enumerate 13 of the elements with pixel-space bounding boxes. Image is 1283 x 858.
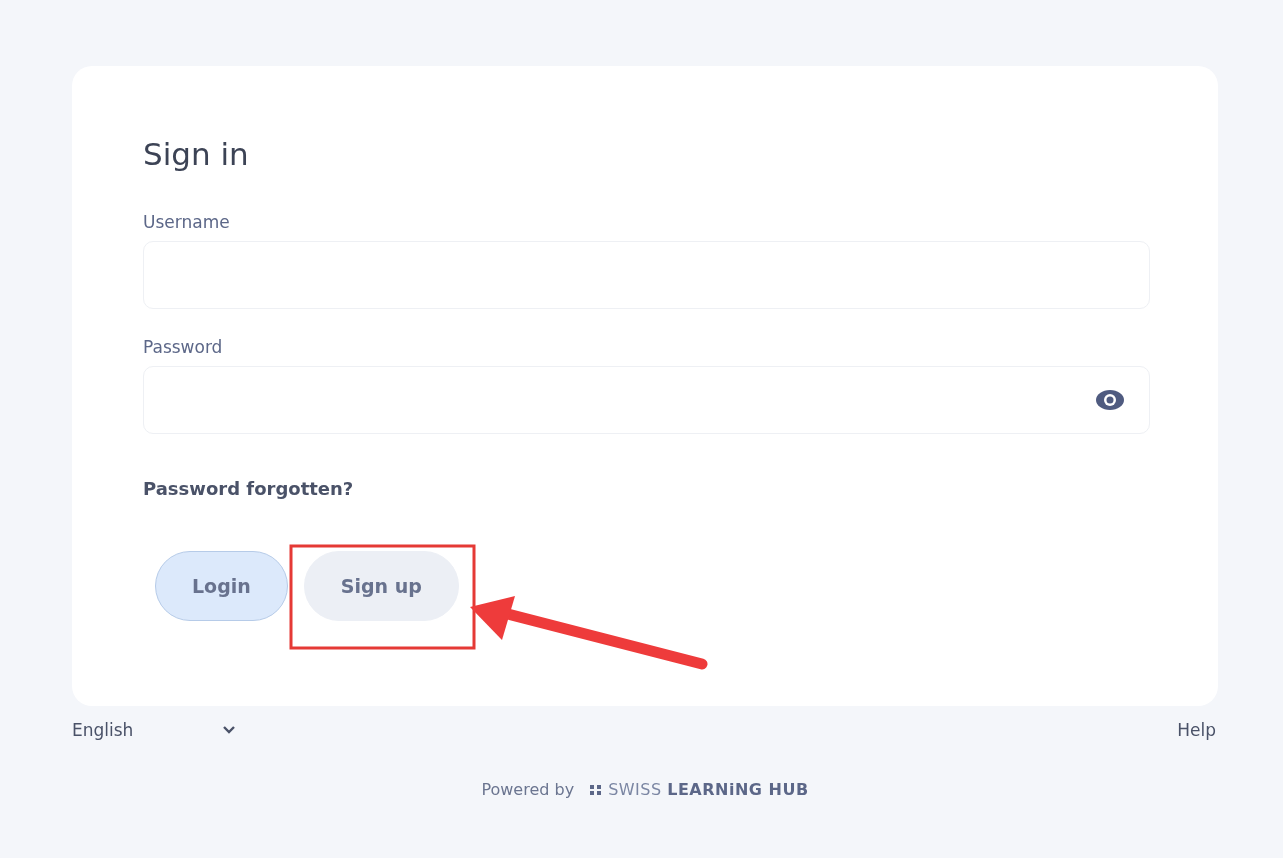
powered-by-text: Powered by	[481, 780, 575, 799]
brand-name: SWISS LEARNiNG HUB	[608, 780, 809, 799]
password-forgotten-link[interactable]: Password forgotten?	[143, 478, 354, 499]
chevron-down-icon[interactable]	[223, 726, 236, 734]
field-label: Password	[143, 337, 223, 357]
dots-logo-icon	[590, 784, 603, 795]
sign-up-button[interactable]: Sign up	[303, 551, 459, 621]
help-link[interactable]: Help	[1177, 720, 1216, 740]
login-button[interactable]: Login	[155, 551, 288, 621]
field-label: Username	[143, 212, 230, 232]
eye-icon[interactable]	[1095, 389, 1125, 411]
page-title: Sign in	[143, 136, 250, 172]
language-select[interactable]: English	[72, 720, 134, 740]
